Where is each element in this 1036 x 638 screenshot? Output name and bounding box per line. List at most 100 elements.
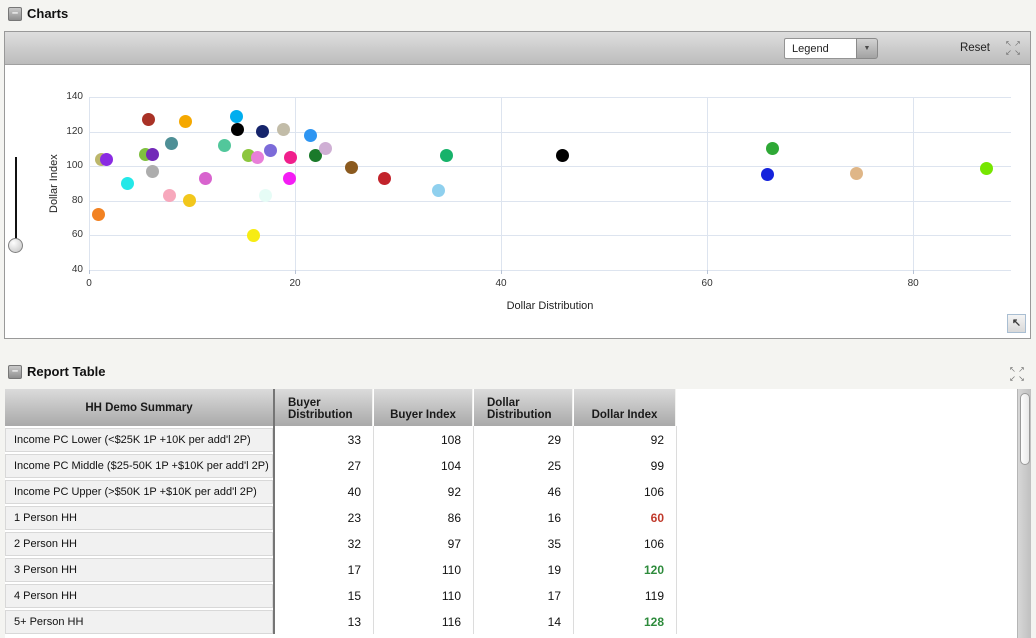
collapse-report-table-button[interactable]: – <box>8 365 22 379</box>
scatter-plot <box>89 97 1011 270</box>
scatter-point[interactable] <box>179 115 192 128</box>
row-label: Income PC Lower (<$25K 1P +10K per add'l… <box>5 428 273 452</box>
scatter-point[interactable] <box>761 168 774 181</box>
table-scrollbar-thumb[interactable] <box>1020 393 1030 465</box>
cell-buyer-index: 97 <box>374 532 473 556</box>
cell-buyer-index: 116 <box>374 610 473 634</box>
x-axis-tick-label: 0 <box>72 278 106 289</box>
expand-report-table-icon[interactable]: ↖↗↙↘ <box>1008 365 1026 383</box>
table-row: Income PC Middle ($25-50K 1P +$10K per a… <box>5 454 1017 480</box>
scatter-point[interactable] <box>230 110 243 123</box>
row-label: 1 Person HH <box>5 506 273 530</box>
chart-toolbar: Legend ▼ Reset ↖↗↙↘ <box>5 32 1030 65</box>
scatter-point[interactable] <box>146 148 159 161</box>
cell-buyer-index: 110 <box>374 558 473 582</box>
scatter-point[interactable] <box>121 177 134 190</box>
scatter-point[interactable] <box>142 113 155 126</box>
scatter-point[interactable] <box>304 129 317 142</box>
cell-buyer-distribution: 40 <box>275 480 373 504</box>
chevron-down-icon[interactable]: ▼ <box>856 38 878 59</box>
scatter-point[interactable] <box>165 137 178 150</box>
cell-dollar-index: 106 <box>574 480 676 504</box>
scatter-point[interactable] <box>277 123 290 136</box>
column-gridline <box>573 426 574 634</box>
cell-buyer-distribution: 23 <box>275 506 373 530</box>
cell-dollar-distribution: 19 <box>474 558 573 582</box>
x-axis-tick-label: 20 <box>278 278 312 289</box>
report-panel-title: Report Table <box>27 364 106 379</box>
cell-dollar-distribution: 35 <box>474 532 573 556</box>
cell-buyer-distribution: 33 <box>275 428 373 452</box>
y-axis-zoom-slider-handle[interactable] <box>8 238 23 253</box>
column-gridline <box>473 426 474 634</box>
column-gridline <box>676 426 677 634</box>
x-axis-tick-label: 80 <box>896 278 930 289</box>
scatter-point[interactable] <box>218 139 231 152</box>
scatter-point[interactable] <box>231 123 244 136</box>
legend-dropdown[interactable]: Legend ▼ <box>784 38 878 59</box>
cell-buyer-index: 86 <box>374 506 473 530</box>
scatter-point[interactable] <box>146 165 159 178</box>
collapse-charts-button[interactable]: – <box>8 7 22 21</box>
row-label: 4 Person HH <box>5 584 273 608</box>
table-row: 1 Person HH23861660 <box>5 506 1017 532</box>
scatter-point[interactable] <box>440 149 453 162</box>
charts-panel-title: Charts <box>27 6 68 21</box>
cell-dollar-index: 120 <box>574 558 676 582</box>
scatter-point[interactable] <box>92 208 105 221</box>
cell-buyer-index: 92 <box>374 480 473 504</box>
scatter-point[interactable] <box>259 189 272 202</box>
scatter-point[interactable] <box>100 153 113 166</box>
report-section-header: – Report Table <box>0 361 1036 387</box>
expand-arrow-glyph: ↖ <box>1008 365 1017 374</box>
gridline-vertical <box>501 97 502 270</box>
scatter-point[interactable] <box>264 144 277 157</box>
expand-arrow-glyph: ↘ <box>1013 48 1022 57</box>
scatter-point[interactable] <box>199 172 212 185</box>
cell-buyer-distribution: 32 <box>275 532 373 556</box>
table-row: 3 Person HH1711019120 <box>5 558 1017 584</box>
cell-dollar-index: 92 <box>574 428 676 452</box>
restore-zoom-button[interactable]: ↖ <box>1007 314 1026 333</box>
expand-arrow-glyph: ↗ <box>1017 365 1026 374</box>
y-axis-tick-label: 40 <box>49 264 83 275</box>
scatter-point[interactable] <box>247 229 260 242</box>
scatter-point[interactable] <box>432 184 445 197</box>
row-label: 5+ Person HH <box>5 610 273 634</box>
gridline-horizontal <box>89 166 1011 167</box>
gridline-vertical <box>707 97 708 270</box>
legend-dropdown-value[interactable]: Legend <box>784 38 856 59</box>
report-table: HH Demo Summary Buyer DistributionBuyer … <box>5 389 1017 638</box>
reset-button[interactable]: Reset <box>960 42 990 54</box>
chart-panel: Legend ▼ Reset ↖↗↙↘ Dollar Index Dollar … <box>4 31 1031 339</box>
table-row: Income PC Lower (<$25K 1P +10K per add'l… <box>5 428 1017 454</box>
cell-buyer-distribution: 17 <box>275 558 373 582</box>
cell-dollar-index: 106 <box>574 532 676 556</box>
scatter-point[interactable] <box>319 142 332 155</box>
x-axis-tick-label: 40 <box>484 278 518 289</box>
scatter-point[interactable] <box>850 167 863 180</box>
scatter-point[interactable] <box>183 194 196 207</box>
cell-buyer-distribution: 13 <box>275 610 373 634</box>
cell-dollar-distribution: 14 <box>474 610 573 634</box>
table-row: 5+ Person HH1311614128 <box>5 610 1017 636</box>
cell-dollar-index: 119 <box>574 584 676 608</box>
cell-dollar-distribution: 25 <box>474 454 573 478</box>
scatter-point[interactable] <box>766 142 779 155</box>
cell-buyer-distribution: 15 <box>275 584 373 608</box>
gridline-vertical <box>295 97 296 270</box>
table-scrollbar-track[interactable] <box>1017 389 1031 638</box>
scatter-point[interactable] <box>163 189 176 202</box>
scatter-point[interactable] <box>378 172 391 185</box>
cell-dollar-distribution: 17 <box>474 584 573 608</box>
cell-dollar-distribution: 29 <box>474 428 573 452</box>
chart-area: Dollar Index Dollar Distribution ↖ 40608… <box>5 65 1030 338</box>
y-axis-tick-label: 80 <box>49 195 83 206</box>
scatter-point[interactable] <box>556 149 569 162</box>
scatter-point[interactable] <box>251 151 264 164</box>
scatter-point[interactable] <box>345 161 358 174</box>
scatter-point[interactable] <box>980 162 993 175</box>
expand-chart-icon[interactable]: ↖↗↙↘ <box>1004 39 1022 57</box>
scatter-point[interactable] <box>256 125 269 138</box>
cell-buyer-index: 110 <box>374 584 473 608</box>
